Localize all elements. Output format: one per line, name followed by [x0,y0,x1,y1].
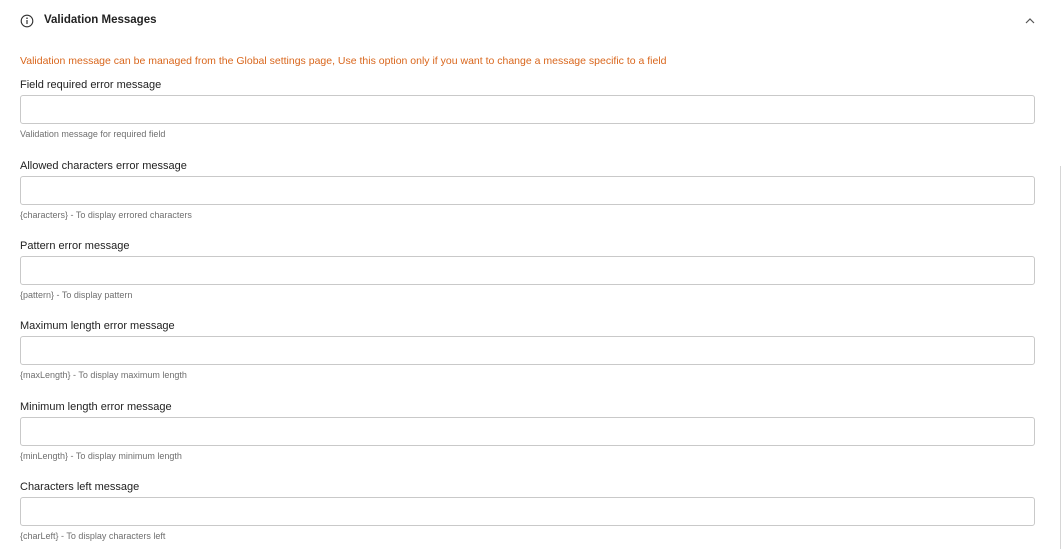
maximum-length-input[interactable] [20,336,1035,365]
field-label: Field required error message [20,79,162,91]
field-label: Maximum length error message [20,320,175,332]
field-label: Minimum length error message [20,401,172,413]
validation-messages-panel: Validation Messages Validation message c… [0,0,1063,549]
field-label: Allowed characters error message [20,160,187,172]
field-help-text: {charLeft} - To display characters left [20,531,166,541]
field-label: Pattern error message [20,240,130,252]
field-help-text: {minLength} - To display minimum length [20,451,182,461]
chevron-up-icon[interactable] [1024,15,1036,27]
allowed-characters-input[interactable] [20,176,1035,205]
field-required-input[interactable] [20,95,1035,124]
field-help-text: {maxLength} - To display maximum length [20,370,187,380]
characters-left-input[interactable] [20,497,1035,526]
field-help-text: {characters} - To display errored charac… [20,210,192,220]
field-help-text: Validation message for required field [20,129,166,139]
section-header[interactable]: Validation Messages [0,0,1063,42]
field-label: Characters left message [20,481,140,493]
scrollbar-edge [1060,166,1061,549]
minimum-length-input[interactable] [20,417,1035,446]
pattern-error-input[interactable] [20,256,1035,285]
section-title: Validation Messages [44,14,157,26]
field-help-text: {pattern} - To display pattern [20,290,133,300]
info-icon [20,14,34,28]
global-settings-notice: Validation message can be managed from t… [20,55,667,67]
